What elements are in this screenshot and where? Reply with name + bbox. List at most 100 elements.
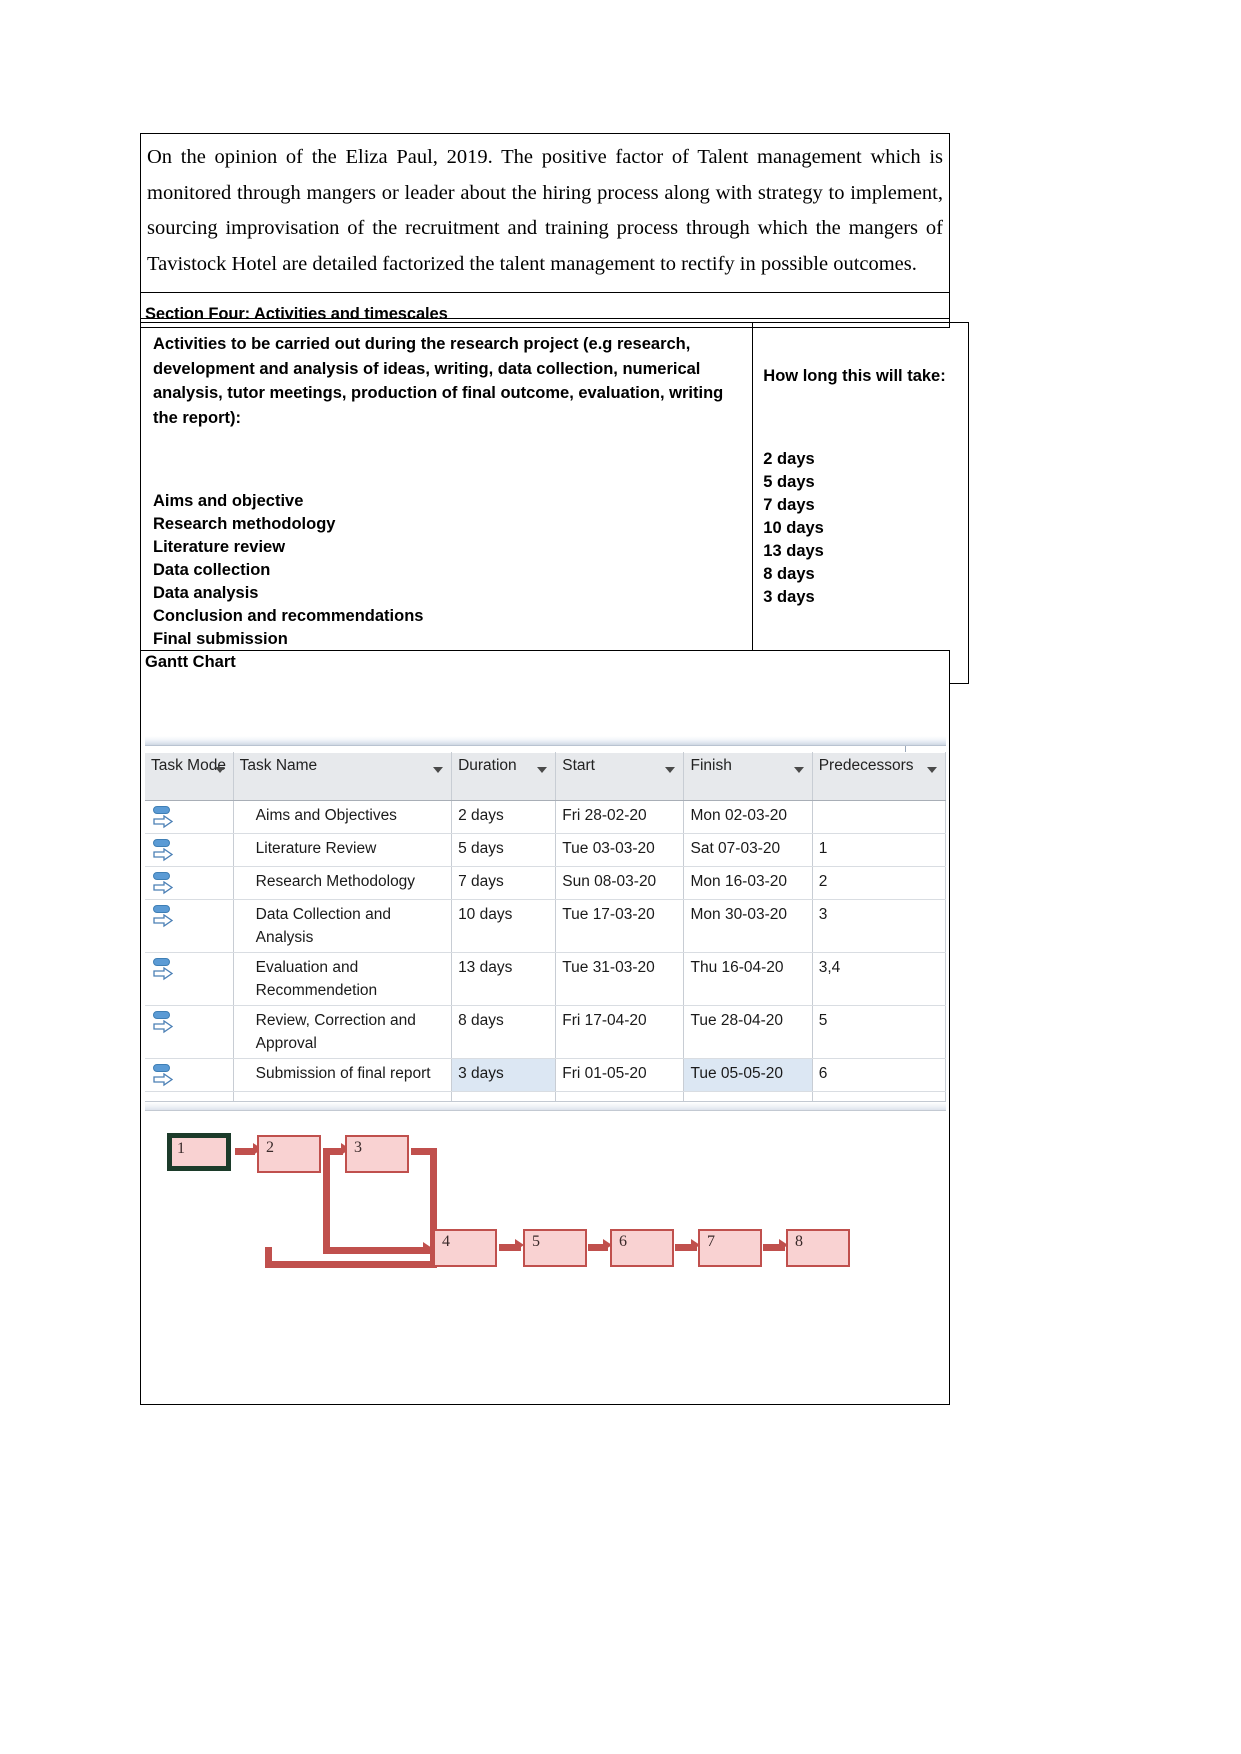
column-header-predecessors[interactable]: Predecessors [812, 752, 947, 801]
column-header-duration[interactable]: Duration [451, 752, 557, 801]
gantt-table-body: Aims and Objectives 2 days Fri 28-02-20 Mon… [145, 800, 947, 1122]
column-header-task-mode[interactable]: Task Mode [145, 752, 234, 801]
network-node[interactable]: 4 [433, 1229, 497, 1267]
chevron-down-icon[interactable] [927, 767, 937, 773]
gantt-table-row[interactable]: Literature Review 5 days Tue 03-03-20 Sat 0… [145, 833, 947, 867]
cell-start[interactable]: Fri 01-05-20 [555, 1058, 685, 1092]
activity-item: Aims and objective [153, 492, 304, 510]
cell-predecessors[interactable]: 3,4 [812, 952, 947, 1006]
gantt-table-row[interactable]: Data Collection and Analysis 10 days Tue 1… [145, 899, 947, 953]
cell-finish[interactable]: Tue 05-05-20 [683, 1058, 813, 1092]
cell-duration[interactable]: 5 days [451, 833, 557, 867]
network-node[interactable]: 2 [257, 1135, 321, 1173]
task-mode-cell[interactable] [145, 952, 234, 1006]
network-diagram-panel: 123 45678 [145, 1101, 946, 1401]
cell-finish[interactable]: Sat 07-03-20 [683, 833, 813, 867]
connector-2-branch-horizontal [323, 1247, 435, 1254]
cell-duration[interactable]: 7 days [451, 866, 557, 900]
cell-start[interactable]: Tue 03-03-20 [555, 833, 685, 867]
gantt-table-row[interactable]: Submission of final report 3 days Fri 01-0… [145, 1058, 947, 1092]
activity-item: Conclusion and recommendations [153, 607, 424, 625]
chevron-down-icon[interactable] [537, 767, 548, 773]
column-header-finish[interactable]: Finish [683, 752, 813, 801]
cell-start[interactable]: Tue 31-03-20 [555, 952, 685, 1006]
activity-duration: 10 days [763, 519, 824, 537]
gantt-table-row[interactable]: Aims and Objectives 2 days Fri 28-02-20 Mon… [145, 800, 947, 834]
cell-start[interactable]: Sun 08-03-20 [555, 866, 685, 900]
cell-start[interactable]: Fri 28-02-20 [555, 800, 685, 834]
connector-2-branch-vertical [323, 1148, 330, 1253]
durations-list: 2 days 5 days 7 days 10 days 13 days 8 days 3 … [763, 448, 958, 609]
activities-gap [153, 430, 740, 490]
cell-finish[interactable]: Mon 16-03-20 [683, 866, 813, 900]
auto-schedule-icon [151, 1062, 177, 1088]
network-node[interactable]: 7 [698, 1229, 762, 1267]
cell-task-name[interactable]: Research Methodology [233, 866, 453, 900]
chevron-down-icon[interactable] [433, 767, 444, 773]
chevron-down-icon[interactable] [793, 767, 804, 773]
activities-table: Activities to be carried out during the … [139, 322, 969, 684]
cell-duration[interactable]: 3 days [451, 1058, 557, 1092]
gantt-chart-label: Gantt Chart [145, 653, 236, 671]
gantt-table-row[interactable]: Research Methodology 7 days Sun 08-03-20 Mo… [145, 866, 947, 900]
column-header-task-name[interactable]: Task Name [233, 752, 453, 801]
column-header-start[interactable]: Start [555, 752, 685, 801]
cell-predecessors[interactable]: 5 [812, 1005, 947, 1059]
cell-predecessors[interactable]: 2 [812, 866, 947, 900]
activity-item: Research methodology [153, 515, 336, 533]
auto-schedule-icon [151, 903, 177, 929]
ms-project-screenshot: Task Mode Task Name Duration Start Finish Pre… [145, 736, 947, 1122]
activities-right-cell: How long this will take: 2 days 5 days 7 d… [752, 322, 969, 684]
cell-start[interactable]: Tue 17-03-20 [555, 899, 685, 953]
network-node[interactable]: 3 [345, 1135, 409, 1173]
task-mode-cell[interactable] [145, 1005, 234, 1059]
paragraph-table: On the opinion of the Eliza Paul, 2019. … [140, 133, 950, 319]
task-mode-cell[interactable] [145, 899, 234, 953]
chevron-down-icon[interactable] [665, 767, 676, 773]
gantt-table-row[interactable]: Review, Correction and Approval 8 days Fri… [145, 1005, 947, 1059]
auto-schedule-icon [151, 837, 177, 863]
task-mode-cell[interactable] [145, 800, 234, 834]
network-node[interactable]: 1 [167, 1133, 231, 1171]
cell-task-name[interactable]: Review, Correction and Approval [233, 1005, 453, 1059]
cell-start[interactable]: Fri 17-04-20 [555, 1005, 685, 1059]
activity-item: Literature review [153, 538, 286, 556]
activity-item: Data analysis [153, 584, 259, 602]
connector-arrowhead [423, 1242, 432, 1254]
cell-predecessors[interactable]: 1 [812, 833, 947, 867]
cell-task-name[interactable]: Data Collection and Analysis [233, 899, 453, 953]
column-header-label: Task Name [239, 757, 318, 774]
cell-duration[interactable]: 2 days [451, 800, 557, 834]
task-mode-cell[interactable] [145, 1058, 234, 1092]
cell-task-name[interactable]: Submission of final report [233, 1058, 453, 1092]
cell-predecessors[interactable] [812, 800, 947, 834]
cell-predecessors[interactable]: 3 [812, 899, 947, 953]
activity-duration: 13 days [763, 542, 824, 560]
connector-3-join [265, 1247, 272, 1268]
auto-schedule-icon [151, 870, 177, 896]
cell-finish[interactable]: Mon 02-03-20 [683, 800, 813, 834]
activity-duration: 2 days [763, 450, 815, 468]
gantt-table-row[interactable]: Evaluation and Recommendetion 13 days Tue … [145, 952, 947, 1006]
cell-finish[interactable]: Mon 30-03-20 [683, 899, 813, 953]
activities-table-row: Activities to be carried out during the … [139, 322, 969, 684]
cell-task-name[interactable]: Aims and Objectives [233, 800, 453, 834]
cell-task-name[interactable]: Evaluation and Recommendetion [233, 952, 453, 1006]
cell-finish[interactable]: Thu 16-04-20 [683, 952, 813, 1006]
cell-task-name[interactable]: Literature Review [233, 833, 453, 867]
network-node[interactable]: 6 [610, 1229, 674, 1267]
cell-finish[interactable]: Tue 28-04-20 [683, 1005, 813, 1059]
activity-item: Final submission [153, 630, 288, 648]
cell-duration[interactable]: 10 days [451, 899, 557, 953]
network-node[interactable]: 8 [786, 1229, 850, 1267]
cell-duration[interactable]: 8 days [451, 1005, 557, 1059]
chevron-down-icon[interactable] [214, 767, 225, 773]
task-mode-cell[interactable] [145, 866, 234, 900]
auto-schedule-icon [151, 804, 177, 830]
column-header-label: Finish [690, 757, 732, 774]
cell-duration[interactable]: 13 days [451, 952, 557, 1006]
cell-predecessors[interactable]: 6 [812, 1058, 947, 1092]
network-node[interactable]: 5 [523, 1229, 587, 1267]
column-header-label: Start [562, 757, 595, 774]
task-mode-cell[interactable] [145, 833, 234, 867]
